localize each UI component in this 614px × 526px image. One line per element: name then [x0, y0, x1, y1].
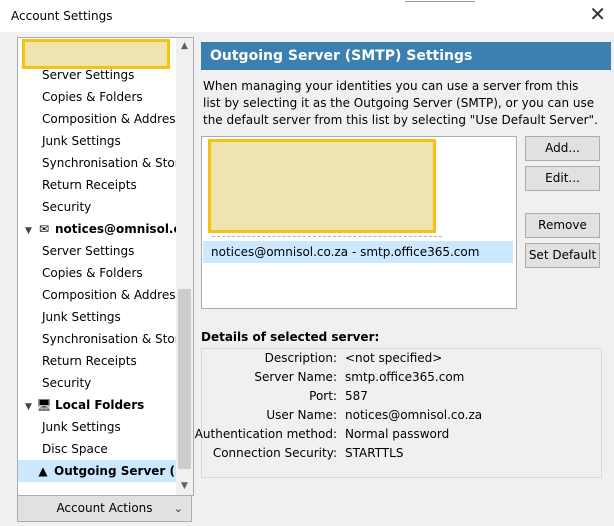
- details-box: Description: <not specified> Server Name:…: [194, 348, 602, 478]
- tree-item-outgoing-server[interactable]: ▲ Outgoing Server (SMTP): [18, 460, 176, 482]
- tree-item-copies-folders[interactable]: Copies & Folders: [18, 86, 176, 108]
- detail-row-server-name: Server Name: smtp.office365.com: [254, 370, 465, 384]
- tree-item-sync[interactable]: Synchronisation & Storage: [18, 152, 176, 174]
- close-icon[interactable]: ✕: [589, 2, 606, 26]
- tree-item-composition[interactable]: Composition & Addressing: [18, 284, 176, 306]
- account-label: notices@omnisol.co.za: [55, 222, 176, 236]
- outgoing-server-icon: ▲: [38, 464, 48, 478]
- smtp-server-list[interactable]: notices@omnisol.co.za - smtp.office365.c…: [201, 136, 517, 309]
- outgoing-server-label: Outgoing Server (SMTP): [54, 464, 176, 478]
- tree-item-junk[interactable]: Junk Settings: [18, 130, 176, 152]
- set-default-button[interactable]: Set Default: [525, 243, 600, 268]
- redacted-server-entry: [208, 139, 436, 233]
- background-fragment: [405, 0, 475, 2]
- detail-row-connection-security: Connection Security: STARTTLS: [212, 446, 404, 460]
- details-heading: Details of selected server:: [201, 330, 380, 344]
- remove-button[interactable]: Remove: [525, 213, 600, 238]
- detail-row-user-name: User Name: notices@omnisol.co.za: [266, 408, 483, 422]
- tree-item-composition[interactable]: Composition & Addressing: [18, 108, 176, 130]
- description-text: When managing your identities you can us…: [203, 79, 598, 127]
- tree-item-receipts[interactable]: Return Receipts: [18, 350, 176, 372]
- tree-item-server-settings[interactable]: Server Settings: [18, 240, 176, 262]
- detail-row-port: Port: 587: [309, 389, 368, 403]
- tree-item-junk[interactable]: Junk Settings: [18, 416, 176, 438]
- account-tree[interactable]: Server Settings Copies & Folders Composi…: [17, 37, 194, 496]
- tree-account-notices[interactable]: ▼✉ notices@omnisol.co.za: [18, 218, 176, 240]
- obscured-server-row: [212, 230, 442, 237]
- server-details: Details of selected server: Description:…: [195, 330, 602, 478]
- chevron-down-icon: ⌄: [173, 502, 183, 515]
- add-button[interactable]: Add...: [525, 136, 600, 161]
- title-bar: Account Settings ✕: [0, 0, 614, 32]
- tree-item-copies-folders[interactable]: Copies & Folders: [18, 262, 176, 284]
- tree-scrollbar[interactable]: ▲ ▼: [176, 38, 193, 495]
- detail-row-auth-method: Authentication method: Normal password: [194, 427, 450, 441]
- page-title: Outgoing Server (SMTP) Settings: [201, 42, 611, 70]
- scroll-up-icon[interactable]: ▲: [176, 38, 193, 55]
- collapse-chevron-icon[interactable]: ▼: [25, 396, 35, 416]
- computer-icon: 🖥: [36, 398, 52, 412]
- envelope-icon: ✉: [38, 222, 50, 236]
- tree-local-folders[interactable]: ▼ 🖥 Local Folders: [18, 394, 176, 416]
- local-folders-label: Local Folders: [55, 398, 145, 412]
- tree-item-security[interactable]: Security: [18, 372, 176, 394]
- tree-item-disc-space[interactable]: Disc Space: [18, 438, 176, 460]
- account-actions-button[interactable]: Account Actions ⌄: [17, 495, 192, 522]
- collapse-chevron-icon[interactable]: ▼: [25, 220, 35, 240]
- scroll-thumb[interactable]: [178, 289, 191, 469]
- account-actions-label: Account Actions: [56, 501, 153, 515]
- detail-row-description: Description: <not specified>: [264, 351, 443, 365]
- edit-button[interactable]: Edit...: [525, 166, 600, 191]
- tree-item-security[interactable]: Security: [18, 196, 176, 218]
- tree-item-server-settings[interactable]: Server Settings: [18, 64, 176, 86]
- list-item-selected-server[interactable]: notices@omnisol.co.za - smtp.office365.c…: [203, 241, 513, 263]
- tree-item-junk[interactable]: Junk Settings: [18, 306, 176, 328]
- scroll-down-icon[interactable]: ▼: [176, 478, 193, 495]
- window-title: Account Settings: [11, 9, 113, 23]
- tree-item-sync[interactable]: Synchronisation & Storage: [18, 328, 176, 350]
- tree-item-receipts[interactable]: Return Receipts: [18, 174, 176, 196]
